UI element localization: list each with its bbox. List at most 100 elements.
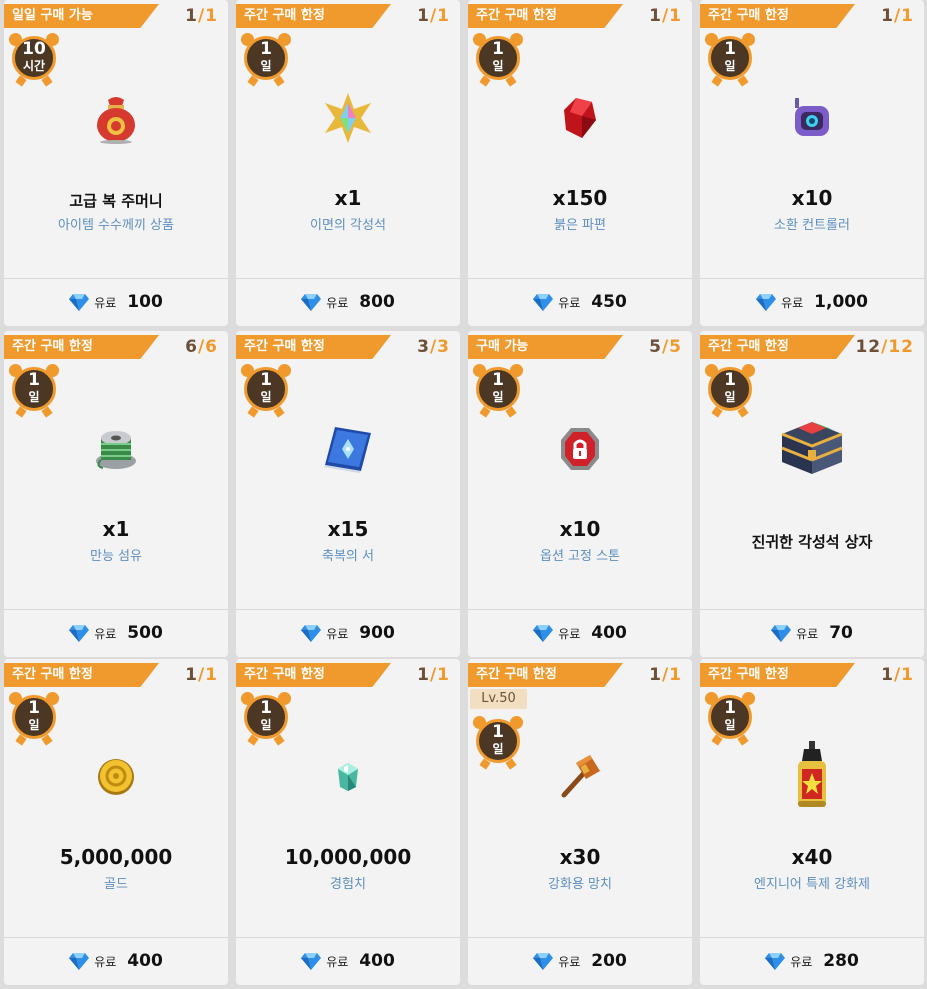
purchase-limit-tag: 주간 구매 한정: [4, 335, 159, 359]
price-button[interactable]: 유료 280: [700, 949, 924, 973]
shop-card[interactable]: 주간 구매 한정 12/12 1일 진귀한 각성석 상자 유료 70: [700, 331, 924, 657]
purchase-limit-tag: 주간 구매 한정: [700, 4, 855, 28]
purchase-limit-tag: 주간 구매 한정: [700, 663, 855, 687]
item-quantity: 5,000,000: [59, 845, 173, 869]
lock-stone-icon: [540, 411, 620, 487]
alarm-clock-icon: 1일: [705, 364, 755, 418]
purchase-count: 1/1: [185, 6, 218, 26]
blue-diamond-icon: [533, 953, 554, 970]
blessing-book-icon: [308, 411, 388, 487]
shop-card[interactable]: 주간 구매 한정 1/1 1일 x1 이면의 각성석 유료 800: [236, 0, 460, 326]
rainbow-star-stone-icon: [308, 80, 388, 156]
item-name: 엔지니어 특제 강화제: [754, 877, 870, 892]
lucky-pouch-icon: [76, 80, 156, 156]
purchase-limit-tag: 주간 구매 한정: [468, 4, 623, 28]
alarm-clock-icon: 1일: [241, 33, 291, 87]
alarm-clock-icon: 1일: [241, 364, 291, 418]
shop-card[interactable]: 주간 구매 한정 6/6 1일 x1 만능 섬유 유료 500: [4, 331, 228, 657]
shop-card[interactable]: 구매 가능 5/5 1일 x10 옵션 고정 스톤 유료 400: [468, 331, 692, 657]
price-value: 200: [591, 951, 627, 971]
purchase-limit-tag: 주간 구매 한정: [4, 663, 159, 687]
divider: [468, 278, 692, 279]
purchase-count: 1/1: [649, 665, 682, 685]
price-value: 800: [359, 292, 395, 312]
price-button[interactable]: 유료 200: [468, 949, 692, 973]
price-value: 70: [829, 623, 853, 643]
shop-card[interactable]: 주간 구매 한정 1/1 1일 x10 소환 컨트롤러 유료 1,000: [700, 0, 924, 326]
item-name: 만능 섬유: [90, 549, 142, 564]
purchase-count: 1/1: [417, 6, 450, 26]
price-button[interactable]: 유료 400: [4, 949, 228, 973]
purchase-limit-tag: 구매 가능: [468, 335, 623, 359]
blue-diamond-icon: [765, 953, 786, 970]
price-button[interactable]: 유료 450: [468, 290, 692, 314]
divider: [4, 278, 228, 279]
purchase-limit-tag: 주간 구매 한정: [236, 663, 391, 687]
exp-crystal-icon: [308, 739, 388, 815]
item-quantity: x30: [559, 845, 601, 869]
purchase-count: 1/1: [881, 665, 914, 685]
shop-card[interactable]: 주간 구매 한정 1/1 1일 10,000,000 경험치 유료 400: [236, 659, 460, 985]
divider: [4, 937, 228, 938]
item-name: 경험치: [330, 877, 366, 892]
purchase-count: 5/5: [649, 337, 682, 357]
shop-card[interactable]: 주간 구매 한정 1/1 1일 5,000,000 골드 유료 400: [4, 659, 228, 985]
price-button[interactable]: 유료 100: [4, 290, 228, 314]
divider: [236, 609, 460, 610]
price-value: 280: [823, 951, 859, 971]
alarm-clock-icon: 1일: [9, 692, 59, 746]
blue-diamond-icon: [69, 294, 90, 311]
shop-card[interactable]: 주간 구매 한정 1/1 1일 x150 붉은 파편 유료 450: [468, 0, 692, 326]
purchase-count: 3/3: [417, 337, 450, 357]
purchase-limit-tag: 주간 구매 한정: [468, 663, 623, 687]
price-button[interactable]: 유료 400: [236, 949, 460, 973]
hammer-icon: [540, 739, 620, 815]
blue-diamond-icon: [301, 625, 322, 642]
summon-controller-icon: [772, 80, 852, 156]
item-name: 골드: [104, 877, 128, 892]
blue-diamond-icon: [756, 294, 777, 311]
price-value: 1,000: [814, 292, 868, 312]
purchase-count: 1/1: [185, 665, 218, 685]
price-button[interactable]: 유료 800: [236, 290, 460, 314]
divider: [700, 278, 924, 279]
purchase-limit-tag: 일일 구매 가능: [4, 4, 159, 28]
price-button[interactable]: 유료 400: [468, 621, 692, 645]
red-shard-icon: [540, 80, 620, 156]
divider: [236, 278, 460, 279]
divider: [468, 937, 692, 938]
shop-card[interactable]: 주간 구매 한정 1/1 Lv.50 1일 x30 강화용 망치 유료 200: [468, 659, 692, 985]
item-quantity: x10: [791, 186, 833, 210]
thread-spool-icon: [76, 411, 156, 487]
level-requirement-badge: Lv.50: [470, 689, 527, 709]
blue-diamond-icon: [771, 625, 792, 642]
blue-diamond-icon: [69, 953, 90, 970]
blue-diamond-icon: [69, 625, 90, 642]
price-button[interactable]: 유료 900: [236, 621, 460, 645]
divider: [700, 937, 924, 938]
item-quantity: x15: [327, 517, 369, 541]
alarm-clock-icon: 1일: [705, 692, 755, 746]
price-button[interactable]: 유료 1,000: [700, 290, 924, 314]
price-button[interactable]: 유료 500: [4, 621, 228, 645]
price-value: 900: [359, 623, 395, 643]
price-value: 400: [127, 951, 163, 971]
shop-card[interactable]: 주간 구매 한정 3/3 1일 x15 축복의 서 유료 900: [236, 331, 460, 657]
item-name: 소환 컨트롤러: [774, 218, 850, 233]
price-value: 100: [127, 292, 163, 312]
blue-diamond-icon: [301, 294, 322, 311]
purchase-count: 1/1: [881, 6, 914, 26]
item-name: 이면의 각성석: [310, 218, 386, 233]
shop-card[interactable]: 일일 구매 가능 1/1 10 시간 고급 복 주머니 아이템 수수께끼 상품 유…: [4, 0, 228, 326]
gold-coin-icon: [76, 739, 156, 815]
purchase-limit-tag: 주간 구매 한정: [236, 4, 391, 28]
divider: [468, 609, 692, 610]
item-quantity: x1: [334, 186, 362, 210]
divider: [700, 609, 924, 610]
price-value: 450: [591, 292, 627, 312]
alarm-clock-icon: 1일: [473, 716, 523, 770]
shop-card[interactable]: 주간 구매 한정 1/1 1일 x40 엔지니어 특제 강화제 유료 280: [700, 659, 924, 985]
item-name: 옵션 고정 스톤: [539, 549, 621, 564]
purchase-count: 1/1: [649, 6, 682, 26]
price-button[interactable]: 유료 70: [700, 621, 924, 645]
